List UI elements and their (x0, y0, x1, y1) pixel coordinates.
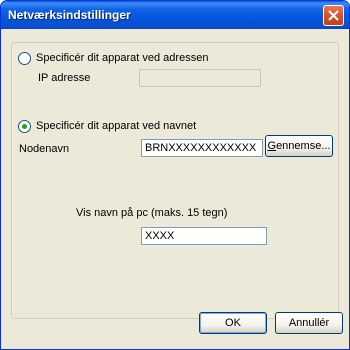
pc-name-label: Vis navn på pc (maks. 15 tegn) (76, 207, 228, 219)
node-name-label: Nodenavn (19, 143, 70, 155)
node-name-field[interactable]: BRNXXXXXXXXXXXX (141, 139, 263, 157)
pc-name-field[interactable]: XXXX (141, 227, 267, 245)
browse-button-label: ennemse... (276, 140, 331, 152)
radio-by-address-label: Specificér dit apparat ved adressen (36, 52, 209, 64)
radio-by-address[interactable]: Specificér dit apparat ved adressen (18, 51, 208, 65)
ok-button[interactable]: OK (199, 312, 267, 334)
ip-address-label: IP adresse (38, 72, 91, 84)
radio-selected-dot (22, 123, 27, 129)
dialog-window: Netværksindstillinger Specificér dit app… (0, 0, 350, 350)
radio-by-name-label: Specificér dit apparat ved navnet (36, 120, 197, 132)
close-button[interactable] (323, 5, 344, 26)
close-icon (328, 10, 339, 21)
window-title: Netværksindstillinger (8, 8, 131, 22)
ip-address-field[interactable] (139, 69, 261, 87)
cancel-button[interactable]: Annullér (275, 312, 343, 334)
radio-by-name[interactable]: Specificér dit apparat ved navnet (18, 119, 196, 133)
browse-button[interactable]: Gennemse... (265, 135, 333, 157)
title-bar[interactable]: Netværksindstillinger (1, 1, 349, 29)
radio-button-name[interactable] (18, 119, 31, 133)
browse-button-mnemonic: G (267, 140, 277, 152)
radio-button-address[interactable] (18, 51, 31, 65)
dialog-body: Specificér dit apparat ved adressen IP a… (4, 29, 346, 347)
